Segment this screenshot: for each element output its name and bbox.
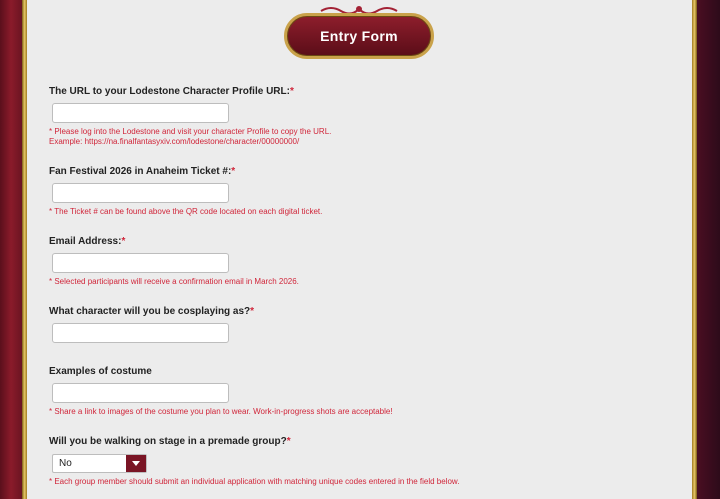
group-label-text: Will you be walking on stage in a premad…	[49, 436, 287, 447]
lodestone-label: The URL to your Lodestone Character Prof…	[49, 86, 294, 97]
email-label: Email Address:*	[49, 236, 125, 247]
costume-label-text: Examples of costume	[49, 366, 152, 377]
required-marker: *	[121, 236, 126, 247]
lodestone-example: Example: https://na.finalfantasyxiv.com/…	[49, 137, 300, 146]
costume-input[interactable]	[52, 383, 229, 403]
group-select[interactable]: No	[52, 454, 147, 473]
character-label-text: What character will you be cosplaying as…	[49, 306, 251, 317]
email-field[interactable]	[52, 253, 229, 273]
group-note: * Each group member should submit an ind…	[49, 477, 460, 486]
character-input[interactable]	[52, 323, 229, 343]
chevron-down-icon[interactable]	[126, 455, 146, 472]
page-title: Entry Form	[320, 28, 398, 44]
form-panel: Entry Form The URL to your Lodestone Cha…	[27, 0, 692, 499]
lodestone-label-text: The URL to your Lodestone Character Prof…	[49, 86, 290, 97]
required-marker: *	[286, 436, 291, 447]
costume-label: Examples of costume	[49, 366, 152, 377]
lodestone-url-input[interactable]	[52, 103, 229, 123]
required-marker: *	[289, 86, 294, 97]
ticket-note: * The Ticket # can be found above the QR…	[49, 207, 323, 216]
entry-form-title: Entry Form	[284, 13, 434, 59]
ticket-label-text: Fan Festival 2026 in Anaheim Ticket #:	[49, 166, 232, 177]
group-select-value: No	[59, 458, 72, 469]
required-marker: *	[250, 306, 255, 317]
email-label-text: Email Address:	[49, 236, 122, 247]
left-frame-border	[0, 0, 22, 499]
right-frame-border	[697, 0, 720, 499]
ticket-number-input[interactable]	[52, 183, 229, 203]
costume-note: * Share a link to images of the costume …	[49, 407, 393, 416]
required-marker: *	[231, 166, 236, 177]
email-note: * Selected participants will receive a c…	[49, 277, 299, 286]
character-label: What character will you be cosplaying as…	[49, 306, 254, 317]
ticket-label: Fan Festival 2026 in Anaheim Ticket #:*	[49, 166, 235, 177]
group-label: Will you be walking on stage in a premad…	[49, 436, 291, 447]
lodestone-note: * Please log into the Lodestone and visi…	[49, 127, 332, 136]
